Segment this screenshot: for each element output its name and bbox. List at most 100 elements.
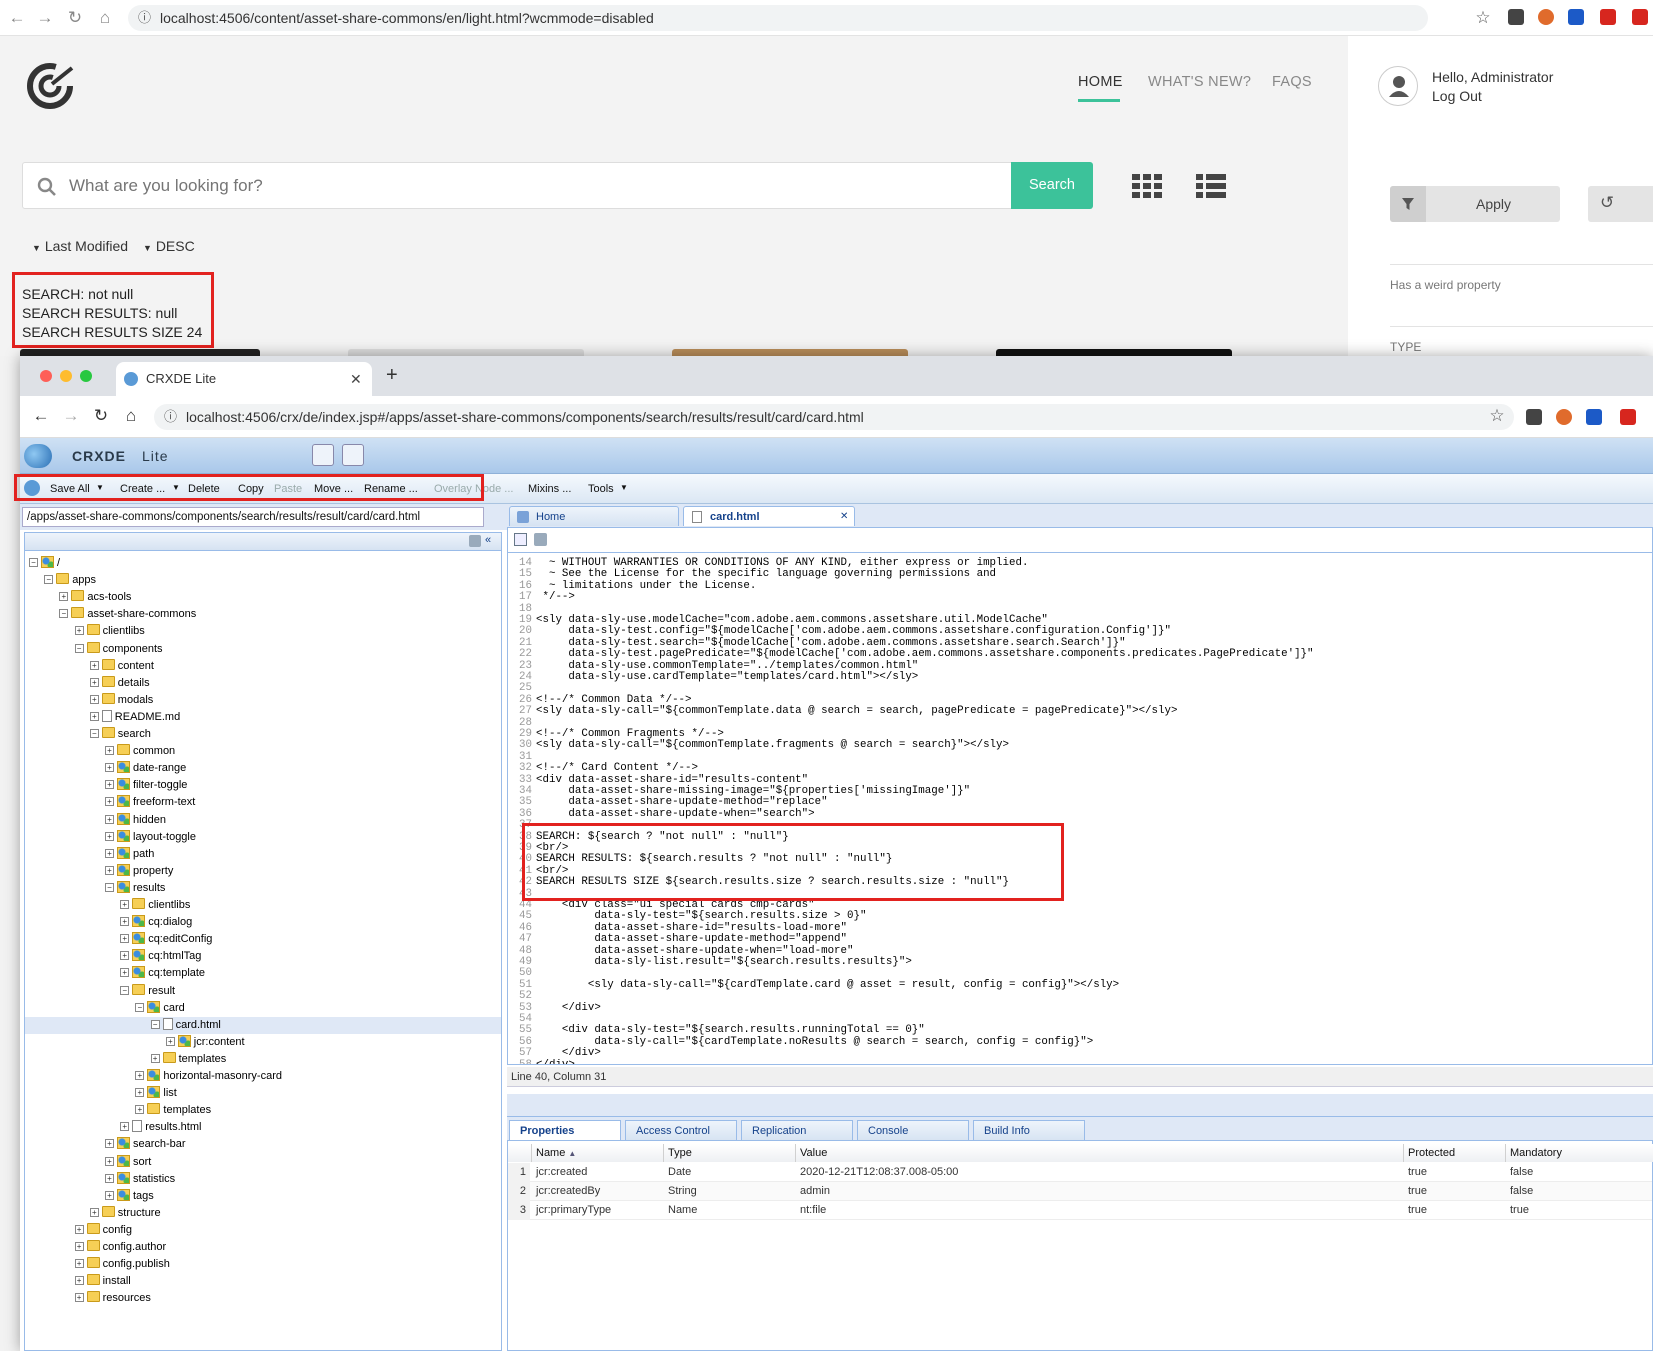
zoom-window-icon[interactable]: [80, 370, 92, 382]
tree-node[interactable]: + content: [25, 658, 501, 675]
expand-icon[interactable]: +: [105, 831, 114, 841]
tree-node[interactable]: − components: [25, 641, 501, 658]
expand-icon[interactable]: +: [89, 660, 99, 670]
apply-button[interactable]: Apply: [1390, 186, 1560, 222]
tree-node[interactable]: + property: [25, 863, 501, 880]
tree-node[interactable]: + config.publish: [25, 1256, 501, 1273]
tab-build-info[interactable]: Build Info: [973, 1120, 1085, 1141]
tree-node[interactable]: + clientlibs: [25, 897, 501, 914]
close-tab-icon[interactable]: ✕: [350, 362, 362, 396]
extension-icon[interactable]: [1568, 9, 1584, 25]
expand-icon[interactable]: +: [105, 814, 114, 824]
collapse-icon[interactable]: −: [29, 558, 38, 567]
expand-icon[interactable]: +: [105, 1156, 114, 1166]
expand-icon[interactable]: +: [105, 1139, 114, 1149]
tree-node[interactable]: + templates: [25, 1051, 501, 1068]
tree-node[interactable]: + cq:dialog: [25, 914, 501, 931]
expand-icon[interactable]: +: [105, 797, 114, 807]
tree-node[interactable]: − apps: [25, 572, 501, 589]
expand-icon[interactable]: +: [120, 951, 130, 961]
search-button[interactable]: Search: [1011, 162, 1093, 209]
code-editor[interactable]: 14 ~ WITHOUT WARRANTIES OR CONDITIONS OF…: [507, 552, 1653, 1065]
tree-node[interactable]: + cq:htmlTag: [25, 948, 501, 965]
format-icon[interactable]: [514, 533, 527, 546]
tree-node[interactable]: + templates: [25, 1102, 501, 1119]
extension-icon[interactable]: [1586, 409, 1602, 425]
tree-node[interactable]: + search-bar: [25, 1136, 501, 1153]
extension-icon[interactable]: [1538, 9, 1554, 25]
expand-icon[interactable]: +: [89, 711, 99, 721]
extension-icon[interactable]: [1620, 409, 1636, 425]
table-header-value[interactable]: Value: [796, 1144, 1404, 1162]
tree-node[interactable]: + config: [25, 1222, 501, 1239]
tree-node[interactable]: − asset-share-commons: [25, 606, 501, 623]
expand-icon[interactable]: +: [59, 592, 69, 602]
tree-node[interactable]: + details: [25, 675, 501, 692]
tab-card-html[interactable]: card.html ✕: [683, 506, 855, 526]
tree-node[interactable]: + clientlibs: [25, 623, 501, 640]
collapse-panel-icon[interactable]: «: [485, 534, 491, 546]
forward-arrow-icon[interactable]: →: [34, 8, 56, 28]
table-header-protected[interactable]: Protected: [1404, 1144, 1506, 1162]
new-tab-icon[interactable]: +: [386, 364, 398, 387]
expand-icon[interactable]: +: [105, 780, 114, 790]
tree-node[interactable]: + filter-toggle: [25, 777, 501, 794]
grid-view-icon[interactable]: [1132, 174, 1162, 198]
logout-link[interactable]: Log Out: [1432, 87, 1553, 106]
table-header-type[interactable]: Type: [664, 1144, 796, 1162]
expand-icon[interactable]: +: [74, 1259, 84, 1269]
collapse-icon[interactable]: −: [150, 1019, 160, 1029]
tree-node[interactable]: + freeform-text: [25, 794, 501, 811]
tree-node[interactable]: + structure: [25, 1205, 501, 1222]
search-input[interactable]: [69, 171, 989, 201]
tab-crxde[interactable]: CRXDE Lite ✕: [116, 362, 372, 396]
expand-icon[interactable]: +: [120, 900, 130, 909]
tree-node[interactable]: + layout-toggle: [25, 829, 501, 846]
expand-icon[interactable]: +: [105, 1173, 114, 1183]
tab-home[interactable]: Home: [509, 506, 679, 526]
close-tab-icon[interactable]: ✕: [840, 507, 848, 527]
reload-icon[interactable]: ↻: [64, 8, 86, 28]
expand-icon[interactable]: +: [74, 1276, 84, 1286]
tree-node[interactable]: − card.html: [25, 1016, 501, 1034]
collapse-icon[interactable]: −: [59, 609, 69, 619]
nav-whats-new[interactable]: WHAT'S NEW?: [1148, 74, 1251, 90]
tree-node[interactable]: + config.author: [25, 1239, 501, 1256]
tree-node[interactable]: + date-range: [25, 760, 501, 777]
tree-node[interactable]: + install: [25, 1273, 501, 1290]
expand-icon[interactable]: +: [89, 677, 99, 687]
expand-icon[interactable]: +: [105, 865, 114, 875]
expand-icon[interactable]: +: [89, 694, 99, 704]
tree-node[interactable]: + path: [25, 846, 501, 863]
expand-icon[interactable]: +: [165, 1036, 175, 1046]
tree-node[interactable]: − card: [25, 1000, 501, 1017]
collapse-icon[interactable]: −: [74, 643, 84, 653]
star-icon[interactable]: ☆: [1486, 406, 1508, 426]
package-icon[interactable]: [342, 444, 364, 466]
asset-card[interactable]: [996, 349, 1232, 356]
tree-node[interactable]: + modals: [25, 692, 501, 709]
asset-card[interactable]: [20, 349, 260, 356]
expand-icon[interactable]: +: [105, 848, 114, 858]
expand-icon[interactable]: +: [105, 746, 114, 756]
mixins-button[interactable]: Mixins ...: [528, 483, 571, 495]
reset-button[interactable]: ↺: [1588, 186, 1653, 222]
front-url-bar[interactable]: ⓘ localhost:4506/crx/de/index.jsp#/apps/…: [154, 404, 1514, 430]
tree-node[interactable]: + results.html: [25, 1119, 501, 1136]
avatar[interactable]: [1378, 66, 1418, 106]
tree-node[interactable]: + acs-tools: [25, 589, 501, 606]
collapse-icon[interactable]: −: [120, 985, 130, 995]
expand-icon[interactable]: +: [120, 968, 130, 978]
collapse-icon[interactable]: −: [89, 729, 99, 738]
tree-node[interactable]: + resources: [25, 1290, 501, 1307]
tree-node[interactable]: − results: [25, 880, 501, 897]
tree-node[interactable]: + cq:editConfig: [25, 931, 501, 948]
home-icon[interactable]: ⌂: [94, 8, 116, 28]
tree-node[interactable]: − /: [25, 555, 501, 572]
extension-icon[interactable]: [1600, 9, 1616, 25]
reload-icon[interactable]: ↻: [90, 406, 112, 426]
tree-node[interactable]: + statistics: [25, 1171, 501, 1188]
expand-icon[interactable]: +: [120, 917, 130, 927]
star-icon[interactable]: ☆: [1472, 8, 1494, 28]
tree-node[interactable]: + README.md: [25, 709, 501, 726]
